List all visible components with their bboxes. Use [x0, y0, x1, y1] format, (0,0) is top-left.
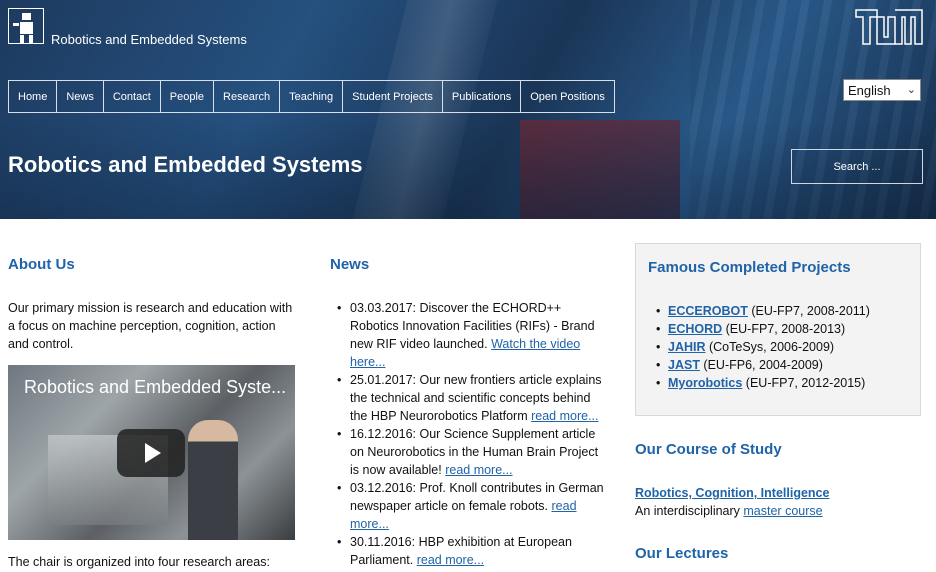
project-link[interactable]: ECCEROBOT	[668, 304, 748, 318]
nav-teaching[interactable]: Teaching	[280, 80, 344, 113]
nav-people[interactable]: People	[160, 80, 215, 113]
video-player[interactable]: Robotics and Embedded Syste...	[8, 365, 295, 540]
master-course-link[interactable]: master course	[743, 504, 822, 518]
language-select[interactable]: English ⌄	[843, 79, 921, 101]
play-icon[interactable]	[117, 429, 185, 477]
video-title[interactable]: Robotics and Embedded Syste...	[24, 377, 286, 398]
nav-publications[interactable]: Publications	[442, 80, 522, 113]
research-areas-text: The chair is organized into four researc…	[8, 555, 270, 569]
projects-list: ECCEROBOT (EU-FP7, 2008-2011) ECHORD (EU…	[648, 302, 870, 392]
list-item: 16.12.2016: Our Science Supplement artic…	[330, 425, 605, 479]
projects-title: Famous Completed Projects	[648, 259, 851, 276]
course-title: Our Course of Study	[635, 441, 782, 458]
news-link[interactable]: read more...	[531, 409, 598, 423]
course-description: An interdisciplinary master course	[635, 504, 823, 518]
project-link[interactable]: ECHORD	[668, 322, 722, 336]
project-link[interactable]: JAST	[668, 358, 700, 372]
video-thumbnail-person	[188, 420, 238, 540]
news-list: 03.03.2017: Discover the ECHORD++ Roboti…	[330, 299, 605, 569]
nav-open-positions[interactable]: Open Positions	[521, 80, 615, 113]
course-link[interactable]: Robotics, Cognition, Intelligence	[635, 484, 829, 502]
nav-home[interactable]: Home	[8, 80, 58, 113]
news-link[interactable]: read more...	[445, 463, 512, 477]
hero-banner: Robotics and Embedded Systems Home News …	[0, 0, 936, 219]
list-item: 30.11.2016: HBP exhibition at European P…	[330, 533, 605, 569]
list-item: 25.01.2017: Our new frontiers article ex…	[330, 371, 605, 425]
about-text: Our primary mission is research and educ…	[8, 301, 293, 351]
news-title: News	[330, 256, 370, 273]
nav-contact[interactable]: Contact	[103, 80, 161, 113]
list-item: 03.12.2016: Prof. Knoll contributes in G…	[330, 479, 605, 533]
page-title: Robotics and Embedded Systems	[8, 152, 363, 177]
site-name[interactable]: Robotics and Embedded Systems	[51, 32, 247, 47]
lectures-title: Our Lectures	[635, 545, 729, 562]
list-item: ECCEROBOT (EU-FP7, 2008-2011)	[648, 302, 870, 320]
chevron-down-icon: ⌄	[906, 84, 916, 96]
nav-student-projects[interactable]: Student Projects	[343, 80, 443, 113]
list-item: ECHORD (EU-FP7, 2008-2013)	[648, 320, 870, 338]
list-item: JAST (EU-FP6, 2004-2009)	[648, 356, 870, 374]
nav-research[interactable]: Research	[214, 80, 281, 113]
language-value: English	[848, 82, 891, 98]
chair-logo-icon[interactable]	[8, 8, 44, 44]
news-link[interactable]: read more...	[417, 553, 484, 567]
project-link[interactable]: Myorobotics	[668, 376, 742, 390]
project-link[interactable]: JAHIR	[668, 340, 706, 354]
main-nav: Home News Contact People Research Teachi…	[8, 80, 615, 113]
tum-logo-icon[interactable]	[855, 9, 923, 45]
list-item: 03.03.2017: Discover the ECHORD++ Roboti…	[330, 299, 605, 371]
search-input[interactable]: Search ...	[791, 149, 923, 184]
list-item: Myorobotics (EU-FP7, 2012-2015)	[648, 374, 870, 392]
about-title: About Us	[8, 256, 75, 273]
nav-news[interactable]: News	[57, 80, 104, 113]
list-item: JAHIR (CoTeSys, 2006-2009)	[648, 338, 870, 356]
